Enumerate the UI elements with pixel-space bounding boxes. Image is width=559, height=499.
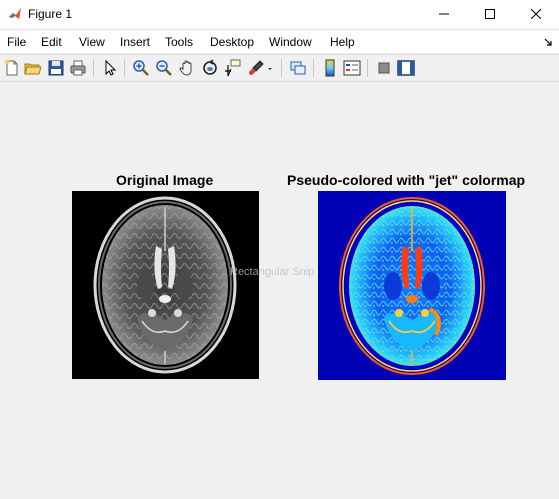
rotate-3d-button[interactable] <box>201 59 219 77</box>
snip-tooltip: Rectangular Snip <box>230 266 315 278</box>
maximize-icon <box>485 9 495 19</box>
zoom-out-icon <box>156 60 172 76</box>
axes-title-original: Original Image <box>116 172 214 188</box>
legend-button[interactable] <box>343 59 361 77</box>
toolbar-separator <box>93 59 94 77</box>
print-button[interactable] <box>69 59 87 77</box>
zoom-in-button[interactable] <box>132 59 150 77</box>
zoom-out-button[interactable] <box>155 59 173 77</box>
chevron-down-icon <box>268 68 272 70</box>
menu-desktop[interactable]: Desktop <box>210 35 254 49</box>
menu-file[interactable]: File <box>7 35 26 49</box>
print-icon <box>70 60 86 76</box>
toolbar-separator <box>281 59 282 77</box>
hide-plot-tools-button[interactable] <box>375 59 393 77</box>
toolbar-separator <box>313 59 314 77</box>
save-icon <box>48 60 64 76</box>
pan-button[interactable] <box>178 59 196 77</box>
open-file-icon <box>24 63 42 75</box>
new-figure-button[interactable] <box>3 59 21 77</box>
brush-dropdown[interactable] <box>265 59 275 77</box>
menu-window[interactable]: Window <box>269 35 312 49</box>
link-plot-icon <box>290 61 306 75</box>
data-cursor-button[interactable] <box>224 59 242 77</box>
show-plot-tools-icon <box>397 60 415 76</box>
toolbar-separator <box>124 59 125 77</box>
toolbar-separator <box>367 59 368 77</box>
colorbar-icon <box>325 59 335 77</box>
brush-button[interactable] <box>247 59 265 77</box>
close-icon <box>531 9 541 19</box>
original-image-axes[interactable] <box>72 191 259 379</box>
figure-toolbar <box>0 54 559 82</box>
brush-icon <box>249 60 264 75</box>
legend-icon <box>343 60 361 76</box>
show-plot-tools-button[interactable] <box>397 59 415 77</box>
zoom-in-icon <box>133 60 149 76</box>
menu-bar: File Edit View Insert Tools Desktop Wind… <box>0 31 559 53</box>
menu-edit[interactable]: Edit <box>41 35 62 49</box>
edit-plot-icon <box>105 59 117 76</box>
close-button[interactable] <box>513 0 559 28</box>
hide-plot-tools-icon <box>378 62 390 74</box>
brain-mri-grayscale-image <box>72 191 259 379</box>
menu-tools[interactable]: Tools <box>165 35 193 49</box>
matlab-logo-icon <box>9 8 21 19</box>
axes-title-jet: Pseudo-colored with "jet" colormap <box>287 172 526 188</box>
pan-icon <box>179 60 192 76</box>
colorbar-button[interactable] <box>321 59 339 77</box>
jet-image-axes[interactable] <box>318 191 506 380</box>
data-cursor-icon <box>225 59 241 77</box>
figure-window: Figure 1 File Edit View Insert Tools Des… <box>0 0 559 499</box>
brain-mri-jet-image <box>318 191 506 380</box>
maximize-button[interactable] <box>467 0 513 28</box>
edit-plot-button[interactable] <box>101 59 119 77</box>
link-plot-button[interactable] <box>289 59 307 77</box>
menu-view[interactable]: View <box>79 35 105 49</box>
menu-help[interactable]: Help <box>330 35 355 49</box>
save-button[interactable] <box>47 59 65 77</box>
new-figure-icon <box>4 59 18 76</box>
minimize-button[interactable] <box>421 0 467 28</box>
open-file-button[interactable] <box>24 59 42 77</box>
dock-figure-icon[interactable] <box>543 37 553 47</box>
rotate-3d-icon <box>203 59 217 75</box>
minimize-icon <box>439 13 449 15</box>
menu-insert[interactable]: Insert <box>120 35 150 49</box>
title-bar: Figure 1 <box>0 0 559 28</box>
window-title: Figure 1 <box>28 7 73 21</box>
